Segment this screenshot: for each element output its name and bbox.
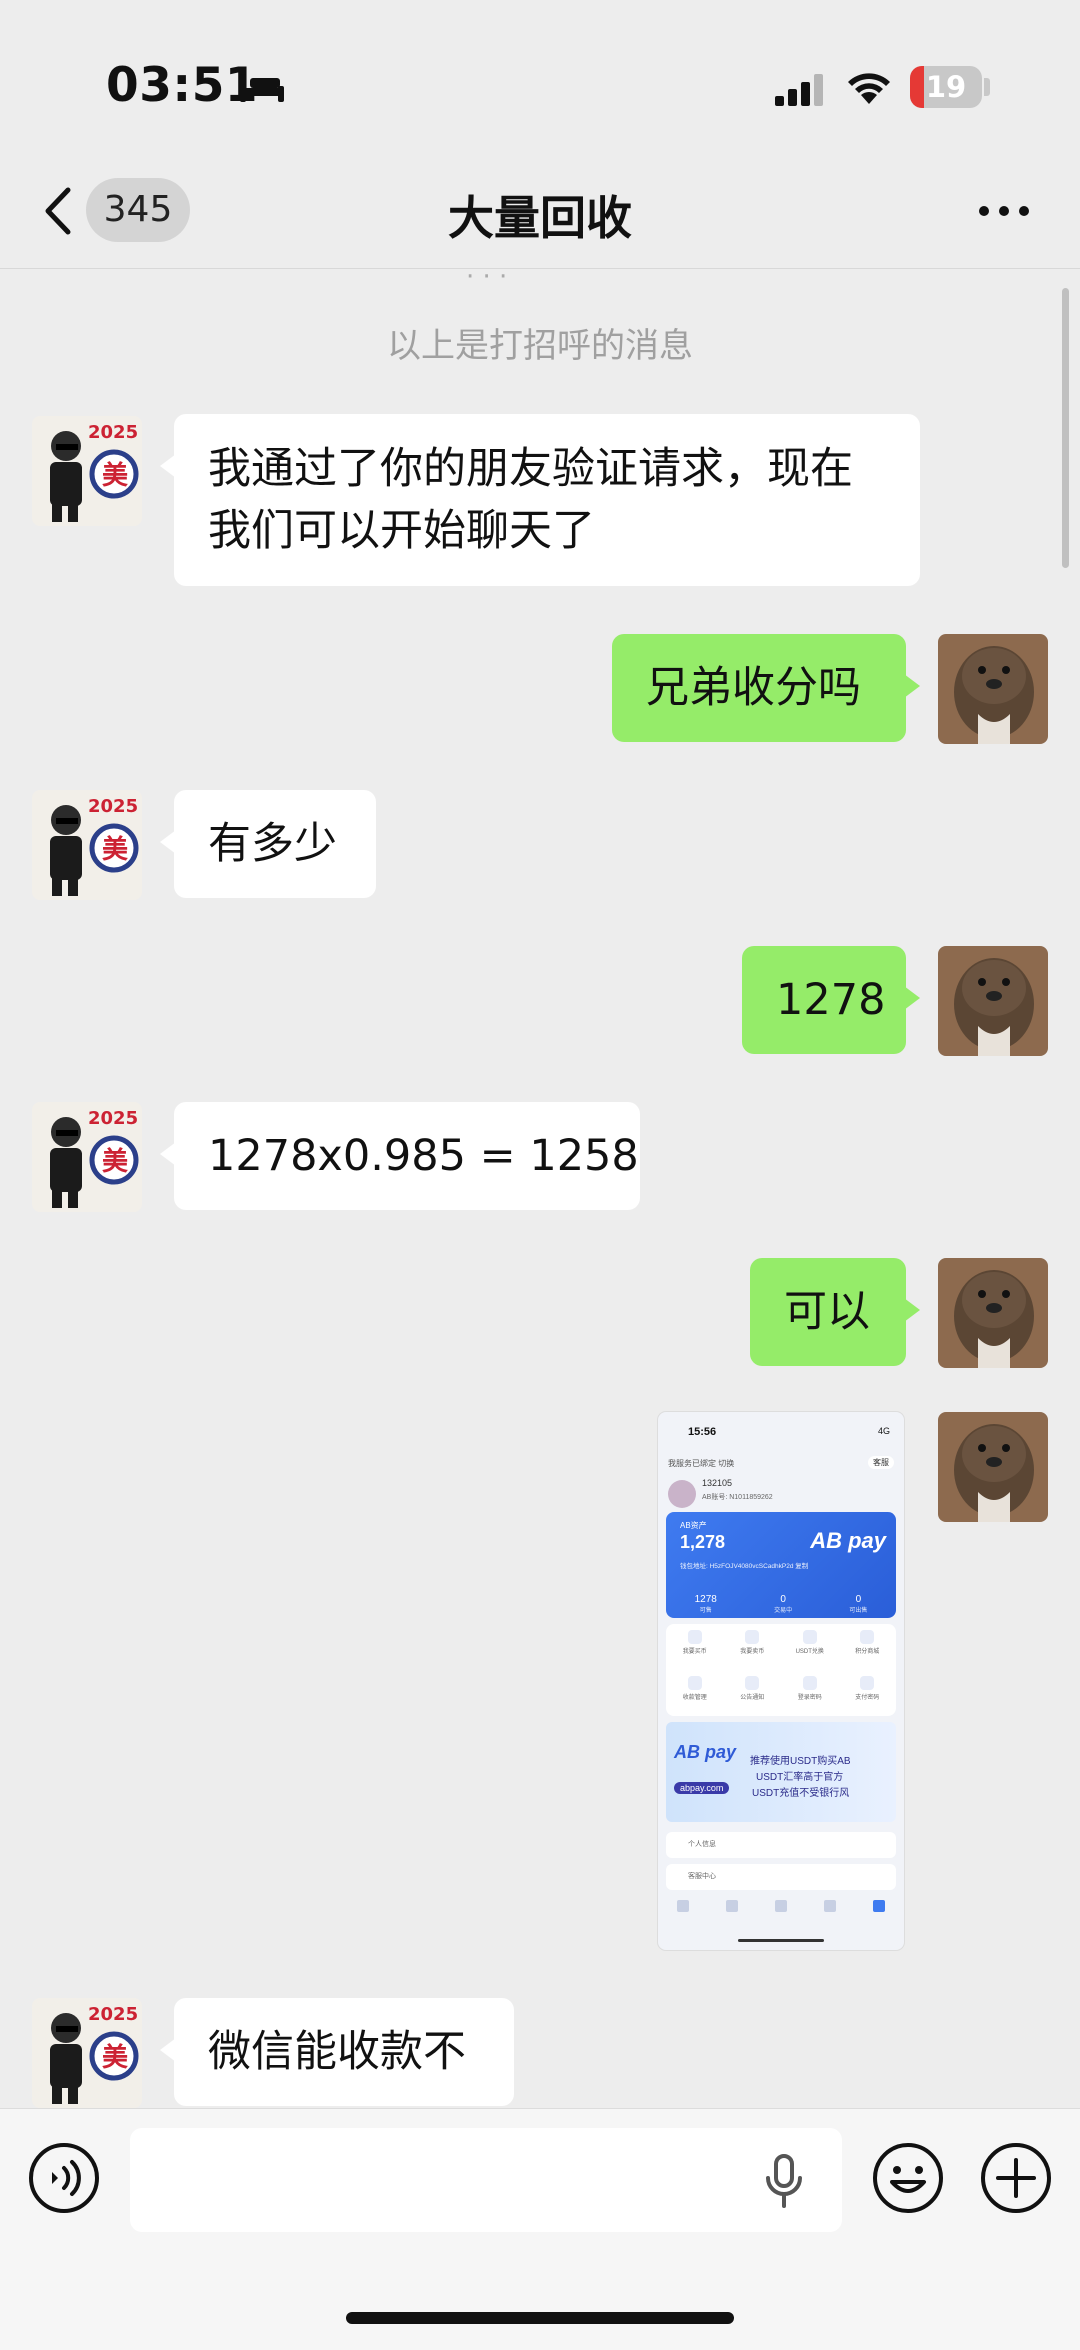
add-more-icon[interactable]: [980, 2142, 1052, 2214]
message-text-line: 我通过了你的朋友验证请求，现在: [208, 444, 853, 494]
battery-level: 19: [925, 70, 967, 104]
battery-indicator: 19: [910, 66, 982, 108]
message-text: 有多少: [208, 819, 337, 869]
message-bubble[interactable]: 兄弟收分吗: [612, 634, 920, 742]
message-bubble[interactable]: 有多少: [160, 790, 376, 898]
my-avatar[interactable]: [938, 1258, 1048, 1368]
thumb-uid: AB账号: N1011859262: [702, 1494, 773, 1501]
scrollbar[interactable]: [1062, 288, 1069, 568]
home-indicator[interactable]: [346, 2312, 734, 2324]
thumb-grid-item: 我要买币: [666, 1624, 724, 1670]
message-bubble[interactable]: 我通过了你的朋友验证请求，现在 我们可以开始聊天了: [160, 414, 920, 586]
thumb-home-indicator: [738, 1939, 824, 1942]
contact-avatar[interactable]: 美 2025: [32, 1998, 142, 2108]
message-bubble[interactable]: 可以: [750, 1258, 920, 1366]
thumb-grid-item: 我要卖币: [724, 1624, 782, 1670]
voice-input-icon[interactable]: [28, 2142, 100, 2214]
thumb-brand-logo: AB pay: [810, 1528, 886, 1553]
message-text: 可以: [784, 1287, 870, 1337]
message-bubble[interactable]: 1278x0.985 = 1258: [160, 1102, 640, 1210]
message-text: 兄弟收分吗: [646, 663, 861, 713]
svg-text:2025: 2025: [88, 422, 138, 443]
svg-text:美: 美: [102, 460, 128, 491]
message-text: 1278x0.985 = 1258: [208, 1131, 639, 1181]
thumb-avatar: [668, 1480, 696, 1508]
more-options-icon[interactable]: [976, 196, 1032, 226]
thumb-tab-icon: [725, 1900, 738, 1912]
thumb-asset-card: AB资产 1,278 钱包地址: H5zFOJV4080vcSCadhkP2d …: [666, 1512, 896, 1618]
thumb-banner-line: USDT汇率高于官方: [756, 1772, 844, 1783]
sleep-focus-icon: [240, 74, 284, 102]
message-text: 微信能收款不: [208, 2027, 466, 2077]
message-input[interactable]: [130, 2128, 842, 2232]
svg-text:美: 美: [102, 1146, 128, 1177]
thumb-tab-icon: [676, 1900, 689, 1912]
thumb-service: 客服: [868, 1456, 894, 1469]
thumb-grid-item: 支付密码: [839, 1670, 897, 1716]
thumb-grid-item: 收款管理: [666, 1670, 724, 1716]
thumb-list-item: 个人信息: [666, 1832, 896, 1858]
svg-text:2025: 2025: [88, 796, 138, 817]
thumb-banner-domain: abpay.com: [674, 1782, 730, 1794]
svg-text:2025: 2025: [88, 1108, 138, 1129]
thumb-tab-icon: [824, 1900, 837, 1912]
chat-title: 大量回收: [448, 191, 632, 245]
thumb-amount: 1,278: [680, 1532, 726, 1552]
message-bubble[interactable]: 1278: [742, 946, 920, 1054]
thumb-tab-icon: [774, 1900, 787, 1912]
thumb-grid-item: 积分商城: [839, 1624, 897, 1670]
emoji-icon[interactable]: [872, 2142, 944, 2214]
ellipsis-hint: · · ·: [466, 262, 508, 292]
my-avatar[interactable]: [938, 634, 1048, 744]
contact-avatar[interactable]: 美 2025: [32, 790, 142, 900]
message-text-line: 我们可以开始聊天了: [208, 506, 595, 556]
cellular-signal-icon: [775, 74, 823, 106]
my-avatar[interactable]: [938, 946, 1048, 1056]
thumb-stat: 1278 可售: [694, 1594, 717, 1614]
thumb-tab-icon: [873, 1900, 886, 1912]
thumb-banner-line: 推荐使用USDT购买AB: [750, 1756, 851, 1767]
thumb-stats: 1278 可售 0 交易中 0 可出售: [666, 1594, 896, 1614]
thumb-menu-grid: 我要买币 我要卖币 USDT兑换 积分商城 收款管理 公告通知 登录密码 支付密…: [666, 1624, 896, 1716]
system-message: 以上是打招呼的消息: [387, 326, 693, 366]
thumb-grid-item: USDT兑换: [781, 1624, 839, 1670]
thumb-username: 132105: [702, 1478, 733, 1488]
thumb-banner-logo: AB pay: [674, 1742, 737, 1762]
svg-text:美: 美: [102, 2042, 128, 2073]
thumb-top-text: 我服务已绑定 切换: [668, 1459, 735, 1468]
image-message[interactable]: 15:56 4G 我服务已绑定 切换 客服 132105 AB账号: N1011…: [658, 1412, 904, 1950]
message-text: 1278: [776, 975, 886, 1025]
thumb-stat: 0 交易中: [774, 1594, 793, 1614]
header-divider: [0, 268, 1080, 269]
thumb-status: 4G: [877, 1426, 890, 1436]
my-avatar[interactable]: [938, 1412, 1048, 1522]
thumb-tab-bar: [658, 1900, 904, 1912]
contact-avatar[interactable]: 美 2025: [32, 1102, 142, 1212]
thumb-time: 15:56: [688, 1426, 717, 1438]
svg-text:美: 美: [102, 834, 128, 865]
thumb-banner-line: USDT充值不受银行风: [752, 1788, 850, 1799]
thumb-stat: 0 可出售: [849, 1594, 868, 1614]
svg-text:2025: 2025: [88, 2004, 138, 2025]
microphone-icon[interactable]: [762, 2154, 806, 2210]
contact-avatar[interactable]: 美 2025: [32, 416, 142, 526]
thumb-asset-label: AB资产: [680, 1521, 707, 1530]
thumb-grid-item: 公告通知: [724, 1670, 782, 1716]
thumb-address: 钱包地址: H5zFOJV4080vcSCadhkP2d 复制: [680, 1563, 809, 1570]
wifi-icon: [848, 73, 890, 104]
thumb-banner: AB pay abpay.com 推荐使用USDT购买AB USDT汇率高于官方…: [666, 1722, 896, 1822]
message-bubble[interactable]: 微信能收款不: [160, 1998, 514, 2106]
battery-tip: [984, 78, 990, 96]
thumb-list-item: 客服中心: [666, 1864, 896, 1890]
status-time: 03:51: [106, 58, 259, 113]
thumb-grid-item: 登录密码: [781, 1670, 839, 1716]
